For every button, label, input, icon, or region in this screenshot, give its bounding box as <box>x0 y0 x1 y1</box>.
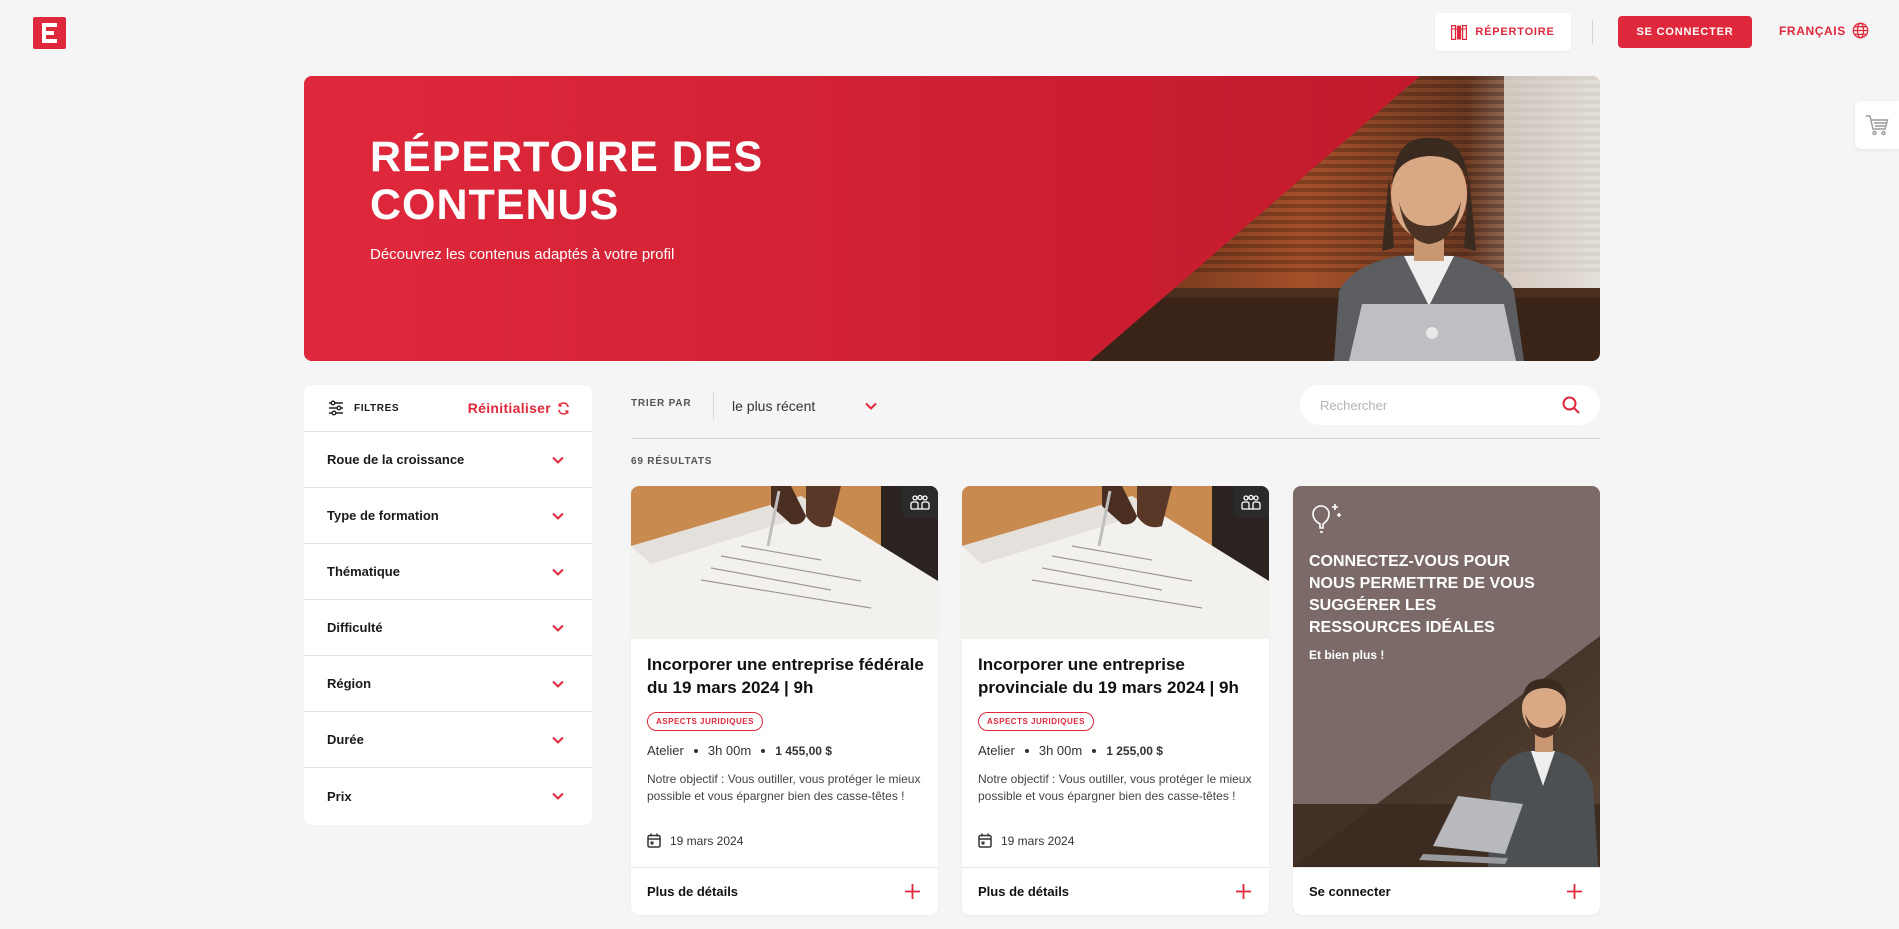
card-meta: Atelier 3h 00m 1 255,00 $ <box>978 743 1163 758</box>
card-date: 19 mars 2024 <box>647 833 743 848</box>
chevron-down-icon <box>552 736 564 744</box>
card-duration: 3h 00m <box>1038 743 1083 758</box>
card-duration: 3h 00m <box>707 743 752 758</box>
card-description: Notre objectif : Vous outiller, vous pro… <box>978 772 1252 803</box>
card-details-link[interactable]: Plus de détails <box>631 867 938 915</box>
plus-icon <box>1236 884 1251 899</box>
language-selector[interactable]: FRANÇAIS <box>1779 22 1869 39</box>
card-title: Incorporer une entreprise provinciale du… <box>978 655 1239 697</box>
cart-icon <box>1866 115 1889 136</box>
card-date-text: 19 mars 2024 <box>1001 833 1075 848</box>
chevron-down-icon <box>552 624 564 632</box>
card-image <box>962 486 1269 639</box>
language-label: FRANÇAIS <box>1779 23 1846 38</box>
course-card[interactable]: Incorporer une entreprise provinciale du… <box>962 486 1269 915</box>
hero-banner: RÉPERTOIRE DES CONTENUS Découvrez les co… <box>304 76 1600 361</box>
directory-button[interactable]: RÉPERTOIRE <box>1435 13 1571 51</box>
group-icon <box>910 494 930 510</box>
calendar-icon <box>647 833 661 848</box>
search-input[interactable] <box>1320 397 1562 413</box>
reset-label: Réinitialiser <box>467 400 551 416</box>
card-type: Atelier <box>647 743 684 758</box>
results-count: 69 RÉSULTATS <box>631 456 713 467</box>
card-price: 1 455,00 $ <box>775 743 832 758</box>
filter-row[interactable]: Thématique <box>304 544 592 600</box>
separator-dot <box>761 748 766 753</box>
separator-dot <box>1024 748 1029 753</box>
sort-value: le plus récent <box>732 398 816 414</box>
hero-subtitle: Découvrez les contenus adaptés à votre p… <box>370 246 675 263</box>
filter-label: Région <box>327 676 372 691</box>
promo-login-link[interactable]: Se connecter <box>1293 867 1600 915</box>
filter-row[interactable]: Prix <box>304 768 592 824</box>
filter-label: Roue de la croissance <box>327 452 465 467</box>
filter-row[interactable]: Région <box>304 656 592 712</box>
sort-label: TRIER PAR <box>631 398 692 409</box>
group-badge <box>1233 486 1269 518</box>
card-footer-label: Plus de détails <box>978 884 1070 899</box>
chevron-down-icon <box>552 456 564 464</box>
reset-filters-button[interactable]: Réinitialiser <box>468 400 570 416</box>
chevron-down-icon <box>552 568 564 576</box>
card-date: 19 mars 2024 <box>978 833 1074 848</box>
filter-label: Type de formation <box>327 508 439 523</box>
group-badge <box>902 486 938 518</box>
filter-row[interactable]: Durée <box>304 712 592 768</box>
promo-footer-label: Se connecter <box>1309 884 1391 899</box>
chevron-down-icon <box>552 792 564 800</box>
refresh-icon <box>558 401 569 415</box>
promo-title: CONNECTEZ-VOUS POUR NOUS PERMETTRE DE VO… <box>1309 553 1535 636</box>
separator-dot <box>693 748 698 753</box>
toolbar-divider <box>631 438 1600 439</box>
card-details-link[interactable]: Plus de détails <box>962 867 1269 915</box>
promo-subtitle: Et bien plus ! <box>1309 648 1385 662</box>
books-icon <box>1451 24 1468 40</box>
separator-dot <box>1092 748 1097 753</box>
header-divider <box>1592 20 1593 44</box>
filters-title: FILTRES <box>354 402 400 414</box>
chevron-down-icon <box>865 402 877 410</box>
card-title: Incorporer une entreprise fédérale du 19… <box>647 655 924 697</box>
plus-icon <box>1567 884 1582 899</box>
chevron-down-icon <box>552 512 564 520</box>
sliders-icon <box>329 400 343 416</box>
page-title: RÉPERTOIRE DES CONTENUS <box>370 133 764 229</box>
card-type: Atelier <box>978 743 1015 758</box>
group-icon <box>1241 494 1261 510</box>
directory-label: RÉPERTOIRE <box>1475 26 1555 38</box>
logo-mark <box>42 23 57 43</box>
plus-icon <box>905 884 920 899</box>
card-image <box>631 486 938 639</box>
card-tag: ASPECTS JURIDIQUES <box>978 712 1094 731</box>
search-box <box>1300 385 1600 425</box>
filter-label: Thématique <box>327 564 400 579</box>
brand-logo[interactable] <box>33 17 66 49</box>
calendar-icon <box>978 833 992 848</box>
promo-photo <box>1293 636 1600 867</box>
login-promo-card: CONNECTEZ-VOUS POUR NOUS PERMETTRE DE VO… <box>1293 486 1600 915</box>
card-footer-label: Plus de détails <box>647 884 739 899</box>
login-button[interactable]: SE CONNECTER <box>1618 16 1752 48</box>
globe-icon <box>1852 22 1869 39</box>
filter-label: Prix <box>327 788 352 804</box>
card-meta: Atelier 3h 00m 1 455,00 $ <box>647 743 832 758</box>
filter-label: Durée <box>327 732 364 747</box>
card-description: Notre objectif : Vous outiller, vous pro… <box>647 772 921 803</box>
course-card[interactable]: Incorporer une entreprise fédérale du 19… <box>631 486 938 915</box>
cart-button[interactable] <box>1855 101 1899 149</box>
filter-row[interactable]: Type de formation <box>304 488 592 544</box>
search-icon[interactable] <box>1562 396 1580 414</box>
sort-divider <box>713 392 714 420</box>
filters-header: FILTRES Réinitialiser <box>304 385 592 432</box>
sort-select[interactable]: le plus récent <box>732 393 877 419</box>
card-date-text: 19 mars 2024 <box>670 833 744 848</box>
card-price: 1 255,00 $ <box>1106 743 1163 758</box>
filter-label: Difficulté <box>327 620 383 635</box>
chevron-down-icon <box>552 680 564 688</box>
filter-row[interactable]: Roue de la croissance <box>304 432 592 488</box>
filter-row[interactable]: Difficulté <box>304 600 592 656</box>
filters-panel: FILTRES Réinitialiser Roue de la croissa… <box>304 385 592 825</box>
card-tag: ASPECTS JURIDIQUES <box>647 712 763 731</box>
lightbulb-icon <box>1312 504 1341 533</box>
